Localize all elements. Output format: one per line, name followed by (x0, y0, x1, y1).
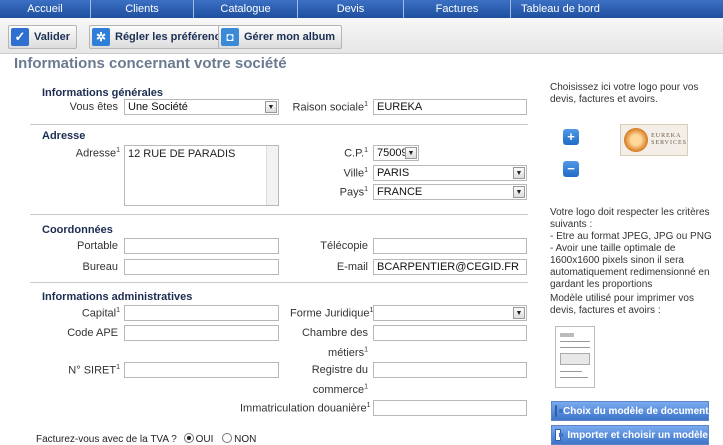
chevron-down-icon: ▼ (513, 167, 525, 179)
ville-value: PARIS (377, 167, 410, 179)
douane-label: Immatriculation douanière1 (240, 402, 371, 415)
chambre-label: Chambre des métiers1 (301, 327, 368, 359)
telecopie-label: Télécopie (320, 240, 368, 252)
choose-model-button[interactable]: Choix du modèle de document (551, 401, 709, 421)
siret-label: N° SIRET1 (68, 364, 120, 377)
valider-button[interactable]: ✓ Valider (8, 25, 78, 49)
pays-select[interactable]: FRANCE ▼ (373, 184, 527, 200)
camera-icon: ◘ (221, 28, 239, 46)
telecopie-input[interactable] (373, 238, 527, 254)
vous-etes-label: Vous êtes (69, 101, 118, 113)
radio-selected-icon (183, 433, 194, 443)
logo-mark-icon (624, 128, 649, 152)
nav-catalogue[interactable]: Catalogue (194, 0, 298, 18)
add-logo-button[interactable]: + (563, 129, 579, 145)
portable-label: Portable (77, 240, 118, 252)
chambre-input[interactable] (373, 325, 527, 341)
logo-intro-text: Choisissez ici votre logo pour vos devis… (550, 82, 699, 105)
nav-devis[interactable]: Devis (298, 0, 404, 18)
album-label: Gérer mon album (244, 31, 336, 43)
nav-factures[interactable]: Factures (404, 0, 511, 18)
logo-criteria: Votre logo doit respecter les critères s… (550, 207, 712, 290)
remove-logo-button[interactable]: − (563, 161, 579, 177)
model-text: Modèle utilisé pour imprimer vos devis, … (550, 293, 694, 316)
siret-input[interactable] (124, 362, 279, 378)
document-icon (555, 405, 563, 417)
gear-icon: ✲ (92, 28, 110, 46)
bureau-input[interactable] (124, 259, 279, 275)
email-label: E-mail (336, 261, 368, 273)
registre-label: Registre du commerce1 (311, 364, 368, 396)
company-logo: EUREKA SERVICES (620, 124, 688, 156)
section-address-title: Adresse (42, 130, 86, 142)
ville-label: Ville1 (343, 167, 369, 180)
valider-label: Valider (34, 31, 71, 43)
cp-value: 75009 (377, 147, 408, 159)
nav-tableau-de-bord[interactable]: Tableau de bord (511, 0, 723, 18)
capital-input[interactable] (124, 305, 279, 321)
capital-label: Capital1 (81, 307, 120, 320)
tva-row: Facturez-vous avec de la TVA ? OUI NON (36, 433, 256, 445)
portable-input[interactable] (124, 238, 279, 254)
chevron-down-icon: ▼ (265, 101, 277, 113)
email-input[interactable]: BCARPENTIER@CEGID.FR (373, 259, 527, 275)
chevron-down-icon: ▼ (513, 307, 525, 319)
adresse-value: 12 RUE DE PARADIS (128, 148, 236, 160)
registre-input[interactable] (373, 362, 527, 378)
code-ape-label: Code APE (67, 327, 118, 339)
tva-non-radio[interactable]: NON (222, 433, 256, 445)
divider (30, 124, 528, 125)
raison-sociale-input[interactable]: EUREKA (373, 99, 527, 115)
adresse-textarea[interactable]: 12 RUE DE PARADIS (124, 145, 279, 206)
checkmark-icon: ✓ (11, 28, 29, 46)
section-contact-title: Coordonnées (42, 224, 113, 236)
ville-select[interactable]: PARIS ▼ (373, 165, 527, 181)
code-ape-input[interactable] (124, 325, 279, 341)
page-title: Informations concernant votre société (14, 55, 287, 72)
adresse-label: Adresse1 (75, 147, 120, 160)
nav-accueil[interactable]: Accueil (0, 0, 91, 18)
vous-etes-select[interactable]: Une Société ▼ (124, 99, 279, 115)
preferences-label: Régler les préférences (115, 31, 234, 43)
divider (30, 214, 528, 215)
adresse-scrollbar[interactable] (266, 146, 278, 205)
radio-empty-icon (222, 433, 233, 443)
cp-label: C.P.1 (344, 147, 368, 160)
vous-etes-value: Une Société (128, 101, 188, 113)
document-icon (555, 429, 564, 441)
pays-value: FRANCE (377, 186, 423, 198)
bureau-label: Bureau (82, 261, 118, 273)
section-general-title: Informations générales (42, 87, 164, 99)
chevron-down-icon: ▼ (513, 186, 525, 198)
forme-juridique-label: Forme Juridique1 (290, 307, 374, 320)
cp-select[interactable]: 75009 ▼ (373, 145, 419, 161)
document-model-thumbnail[interactable] (555, 326, 595, 388)
album-button[interactable]: ◘ Gérer mon album (218, 25, 343, 49)
top-navigation: Accueil Clients Catalogue Devis Factures… (0, 0, 723, 18)
tva-question: Facturez-vous avec de la TVA ? (36, 434, 177, 445)
douane-input[interactable] (373, 400, 527, 416)
toolbar: ✓ Valider ✲ Régler les préférences ◘ Gér… (0, 18, 723, 54)
pays-label: Pays1 (339, 186, 368, 199)
nav-clients[interactable]: Clients (91, 0, 194, 18)
forme-juridique-select[interactable]: ▼ (373, 305, 527, 321)
raison-sociale-label: Raison sociale1 (292, 101, 368, 114)
tva-oui-radio[interactable]: OUI (183, 433, 213, 445)
section-admin-title: Informations administratives (42, 291, 193, 303)
chevron-down-icon: ▼ (405, 147, 417, 159)
import-model-button[interactable]: Importer et choisir un modèle (551, 425, 709, 445)
divider (30, 282, 528, 283)
